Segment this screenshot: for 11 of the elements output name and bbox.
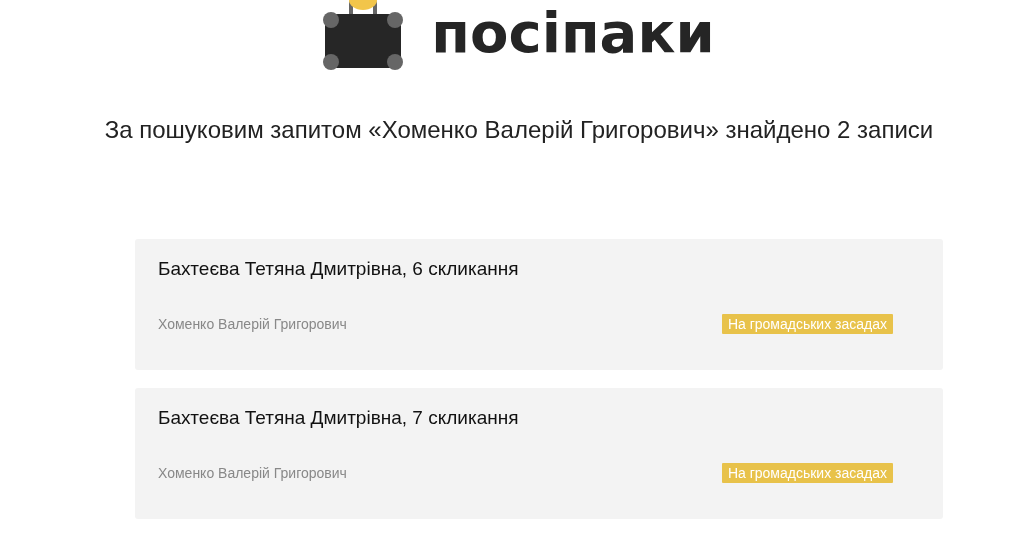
result-title[interactable]: Бахтеєва Тетяна Дмитрівна, 7 скликання xyxy=(158,407,519,429)
result-card[interactable]: Бахтеєва Тетяна Дмитрівна, 6 скликання Хоменко Валерій Григорович На громадських засадах xyxy=(135,239,943,370)
logo-text: посіпаки xyxy=(431,5,715,61)
result-title[interactable]: Бахтеєва Тетяна Дмитрівна, 6 скликання xyxy=(158,258,519,280)
result-card[interactable]: Бахтеєва Тетяна Дмитрівна, 7 скликання Хоменко Валерій Григорович На громадських засадах xyxy=(135,388,943,519)
status-tag: На громадських засадах xyxy=(721,463,893,483)
suitcase-icon xyxy=(323,0,404,70)
status-tag: На громадських засадах xyxy=(721,314,893,334)
person-name: Хоменко Валерій Григорович xyxy=(158,465,347,481)
person-name: Хоменко Валерій Григорович xyxy=(158,316,347,332)
search-result-heading: За пошуковим запитом «Хоменко Валерій Григорович» знайдено 2 записи xyxy=(103,116,935,144)
